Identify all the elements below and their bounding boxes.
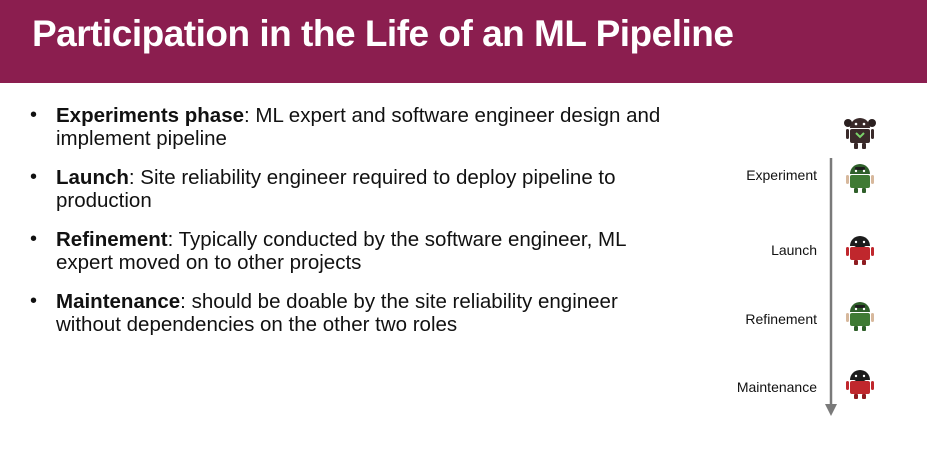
bullet-list: • Experiments phase: ML expert and softw… xyxy=(30,104,680,352)
bullet-term: Launch xyxy=(56,166,129,189)
red-engineer-icon xyxy=(846,236,874,265)
green-engineer-icon xyxy=(846,164,874,193)
pipeline-timeline: Experiment Launch Refinement Maintenance xyxy=(715,100,927,430)
stage-label-launch: Launch xyxy=(771,242,817,258)
bullet-dot-icon: • xyxy=(30,290,38,312)
bullet-dot-icon: • xyxy=(30,104,38,126)
bullet-dot-icon: • xyxy=(30,166,38,188)
bullet-launch: • Launch: Site reliability engineer requ… xyxy=(30,166,680,212)
stage-label-maintenance: Maintenance xyxy=(736,379,817,395)
stage-label-experiment: Experiment xyxy=(746,167,817,183)
stage-label-refinement: Refinement xyxy=(745,311,817,327)
bullet-dot-icon: • xyxy=(30,228,38,250)
bullet-text: : Site reliability engineer required to … xyxy=(56,166,616,212)
red-engineer-icon xyxy=(846,370,874,399)
bullet-term: Refinement xyxy=(56,228,168,251)
bullet-term: Maintenance xyxy=(56,290,181,313)
dark-ml-expert-icon xyxy=(844,118,876,149)
bullet-maintenance: • Maintenance: should be doable by the s… xyxy=(30,290,680,336)
title-banner: Participation in the Life of an ML Pipel… xyxy=(0,0,927,83)
bullet-refinement: • Refinement: Typically conducted by the… xyxy=(30,228,680,274)
bullet-term: Experiments phase xyxy=(56,104,244,127)
bullet-experiments: • Experiments phase: ML expert and softw… xyxy=(30,104,680,150)
green-engineer-icon xyxy=(846,302,874,331)
slide-title: Participation in the Life of an ML Pipel… xyxy=(32,13,734,54)
